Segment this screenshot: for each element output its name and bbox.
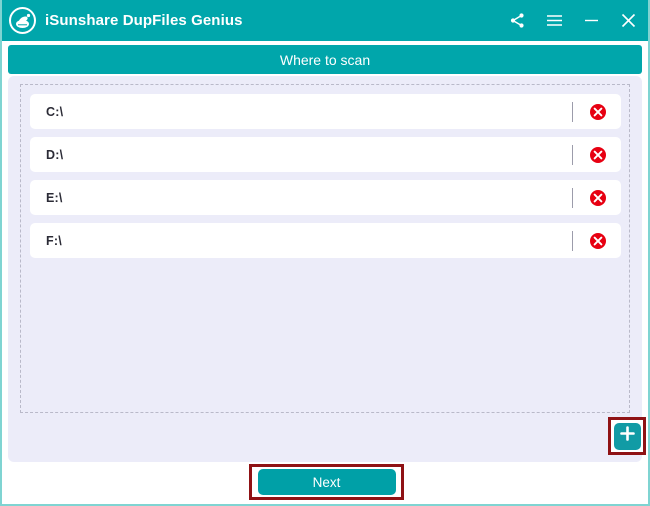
next-button[interactable]: Next	[257, 469, 396, 495]
plus-icon	[619, 425, 636, 447]
remove-circle-icon[interactable]	[589, 103, 607, 121]
scan-locations-dropzone[interactable]: C:\ D:\ E:\ F:\	[20, 84, 630, 413]
scan-path-list: C:\ D:\ E:\ F:\	[30, 94, 621, 258]
scan-locations-panel: C:\ D:\ E:\ F:\	[8, 76, 646, 462]
scan-path-label: E:\	[46, 190, 63, 205]
window-controls	[507, 11, 638, 31]
row-divider	[572, 145, 573, 165]
scan-path-label: C:\	[46, 104, 64, 119]
remove-circle-icon[interactable]	[589, 232, 607, 250]
scan-path-label: D:\	[46, 147, 64, 162]
app-title: iSunshare DupFiles Genius	[45, 12, 243, 29]
list-item[interactable]: C:\	[30, 94, 621, 129]
titlebar: iSunshare DupFiles Genius	[2, 0, 648, 41]
list-item[interactable]: F:\	[30, 223, 621, 258]
scan-path-label: F:\	[46, 233, 62, 248]
section-header-where-to-scan: Where to scan	[8, 45, 642, 74]
row-divider	[572, 102, 573, 122]
minimize-icon[interactable]	[581, 11, 601, 31]
next-button-highlight: Next	[249, 464, 404, 500]
add-path-highlight	[608, 417, 646, 455]
section-header-label: Where to scan	[279, 51, 371, 68]
share-icon[interactable]	[507, 11, 527, 31]
list-item[interactable]: E:\	[30, 180, 621, 215]
app-brand: iSunshare DupFiles Genius	[9, 7, 243, 34]
remove-circle-icon[interactable]	[589, 189, 607, 207]
row-divider	[572, 188, 573, 208]
remove-circle-icon[interactable]	[589, 146, 607, 164]
app-window: iSunshare DupFiles Genius Where to scan …	[0, 0, 650, 506]
row-divider	[572, 231, 573, 251]
menu-icon[interactable]	[544, 11, 564, 31]
list-item[interactable]: D:\	[30, 137, 621, 172]
close-icon[interactable]	[618, 11, 638, 31]
add-path-button[interactable]	[613, 422, 641, 450]
isunshare-logo-icon	[9, 7, 36, 34]
